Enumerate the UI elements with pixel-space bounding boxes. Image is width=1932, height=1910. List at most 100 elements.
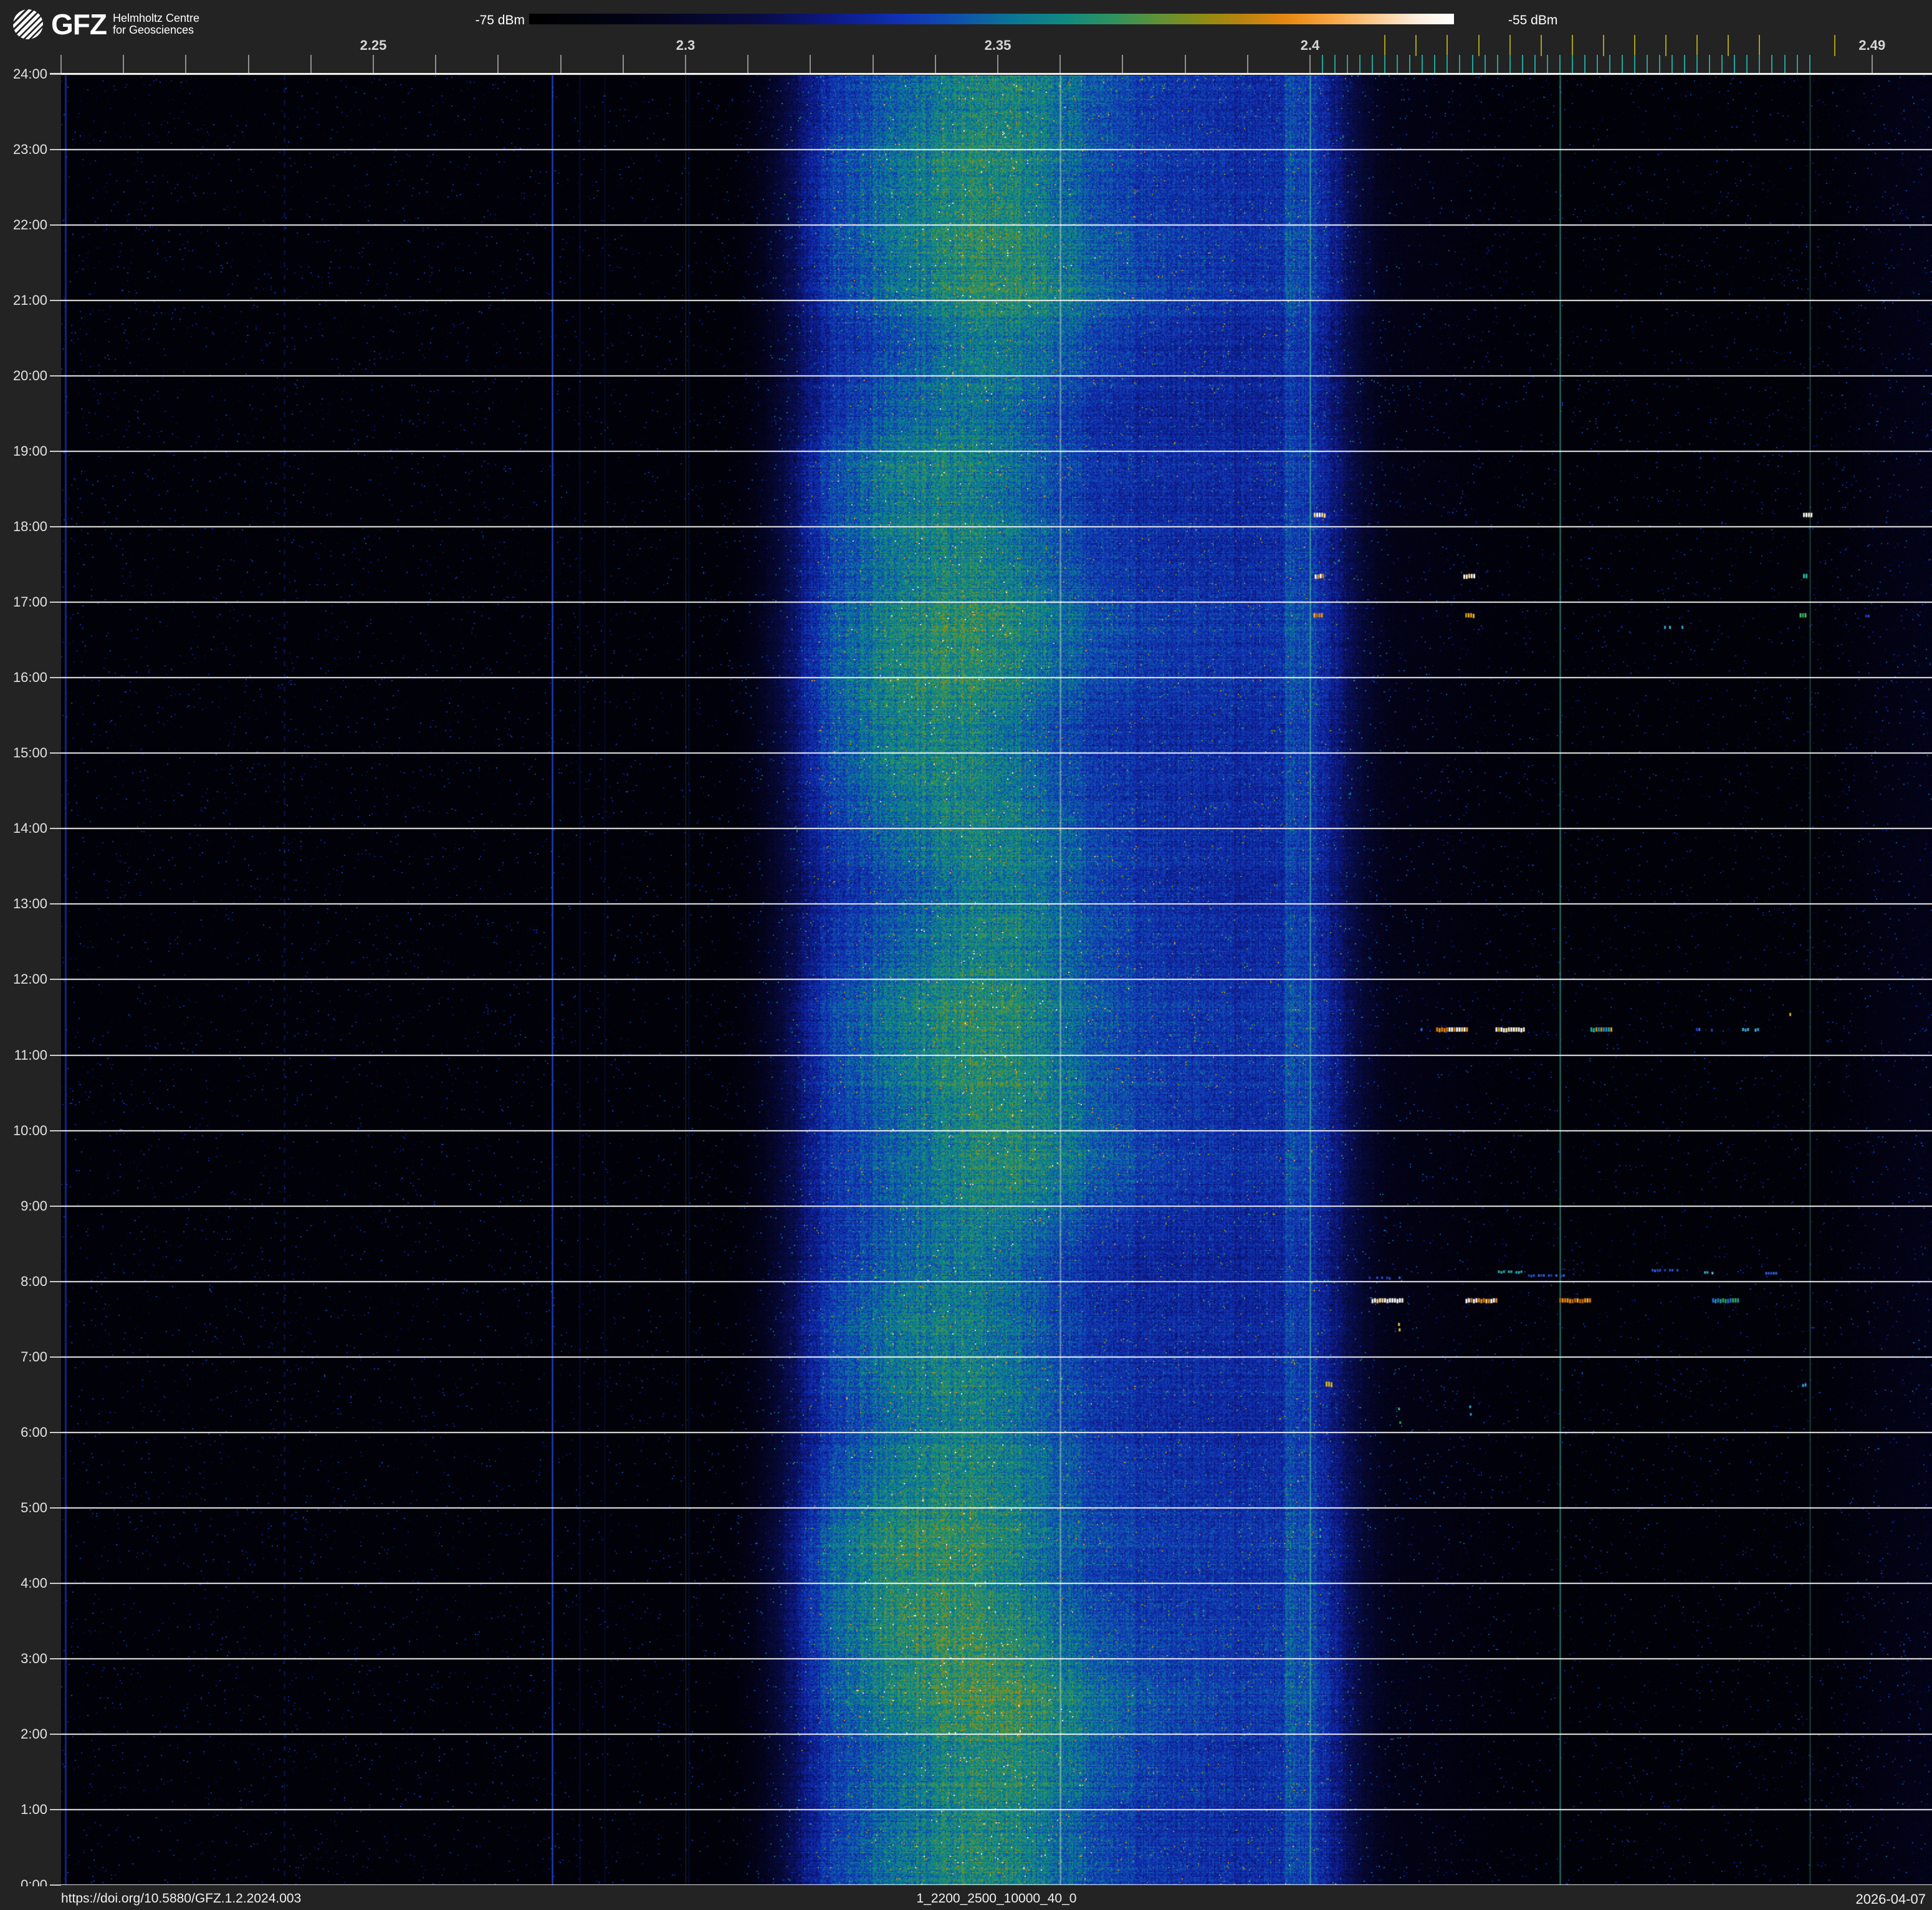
- bluetooth-channel-tick: [1459, 55, 1460, 74]
- bluetooth-channel-tick: [1422, 55, 1423, 74]
- dataset-name: 1_2200_2500_10000_40_0: [61, 1891, 1932, 1906]
- hour-tick: [50, 1432, 61, 1433]
- bluetooth-channel-tick: [1671, 55, 1673, 74]
- bluetooth-channel-tick: [1647, 55, 1648, 74]
- wifi-channel-tick: [1634, 35, 1635, 56]
- freq-minor-tick: [373, 55, 374, 74]
- wifi-channel-tick: [1384, 35, 1385, 56]
- header: GFZ Helmholtz Centre for Geosciences -75…: [0, 0, 1932, 74]
- hour-label: 1:00: [0, 1802, 47, 1818]
- hour-tick: [50, 1734, 61, 1735]
- hour-tick: [50, 979, 61, 980]
- frequency-axis-line: [50, 73, 1932, 75]
- freq-label: 2.25: [360, 37, 387, 54]
- colorbar-max-label: -55 dBm: [1508, 13, 1557, 28]
- wifi-channel-tick: [1759, 35, 1760, 56]
- gfz-globe-icon: [12, 9, 44, 40]
- hour-tick: [50, 1055, 61, 1056]
- hour-label: 19:00: [0, 443, 47, 459]
- hour-tick: [50, 375, 61, 377]
- freq-minor-tick: [435, 55, 436, 74]
- hour-label: 17:00: [0, 594, 47, 610]
- freq-minor-tick: [310, 55, 312, 74]
- wifi-channel-tick: [1728, 35, 1729, 56]
- bluetooth-channel-tick: [1734, 55, 1735, 74]
- hour-label: 22:00: [0, 217, 47, 233]
- wifi-channel-tick: [1572, 35, 1573, 56]
- bluetooth-channel-tick: [1659, 55, 1660, 74]
- wifi-channel-tick: [1665, 35, 1667, 56]
- wifi-channel-tick: [1541, 35, 1542, 56]
- bluetooth-channel-tick: [1622, 55, 1623, 74]
- bluetooth-channel-tick: [1797, 55, 1798, 74]
- bluetooth-channel-tick: [1634, 55, 1635, 74]
- gfz-logo: GFZ Helmholtz Centre for Geosciences: [12, 7, 199, 41]
- bluetooth-channel-tick: [1322, 55, 1323, 74]
- hour-label: 20:00: [0, 368, 47, 384]
- hour-tick: [50, 1658, 61, 1659]
- bluetooth-channel-tick: [1384, 55, 1385, 74]
- bluetooth-channel-tick: [1485, 55, 1486, 74]
- hour-tick: [50, 1356, 61, 1358]
- bluetooth-channel-tick: [1534, 55, 1536, 74]
- bluetooth-channel-tick: [1559, 55, 1561, 74]
- colorbar-gradient: [529, 14, 1454, 24]
- hour-tick: [50, 1809, 61, 1810]
- bluetooth-channel-tick: [1359, 55, 1361, 74]
- freq-minor-tick: [747, 55, 748, 74]
- freq-label: 2.35: [985, 37, 1011, 54]
- bluetooth-channel-tick: [1509, 55, 1511, 74]
- wifi-channel-tick: [1603, 35, 1604, 56]
- hour-tick: [50, 300, 61, 301]
- bluetooth-channel-tick: [1609, 55, 1610, 74]
- hour-tick: [50, 224, 61, 226]
- hour-label: 14:00: [0, 820, 47, 837]
- hour-tick: [50, 451, 61, 452]
- bluetooth-channel-tick: [1347, 55, 1348, 74]
- hour-label: 7:00: [0, 1349, 47, 1365]
- bluetooth-channel-tick: [1434, 55, 1435, 74]
- freq-minor-tick: [185, 55, 186, 74]
- freq-minor-tick: [997, 55, 998, 74]
- hour-tick: [50, 1206, 61, 1207]
- wifi-channel-tick: [1696, 35, 1698, 56]
- logo-acronym: GFZ: [51, 7, 107, 41]
- logo-org-line2: for Geosciences: [113, 24, 199, 36]
- hour-label: 2:00: [0, 1726, 47, 1742]
- hour-label: 4:00: [0, 1575, 47, 1591]
- bluetooth-channel-tick: [1334, 55, 1336, 74]
- hour-label: 18:00: [0, 519, 47, 535]
- bluetooth-channel-tick: [1684, 55, 1685, 74]
- hour-label: 13:00: [0, 896, 47, 912]
- bluetooth-channel-tick: [1809, 55, 1810, 74]
- wifi-channel-tick: [1509, 35, 1511, 56]
- bluetooth-channel-tick: [1497, 55, 1498, 74]
- freq-minor-tick: [560, 55, 562, 74]
- wifi-channel-tick: [1415, 35, 1417, 56]
- bluetooth-channel-tick: [1746, 55, 1748, 74]
- bluetooth-channel-tick: [1696, 55, 1698, 74]
- hour-label: 15:00: [0, 745, 47, 761]
- hour-label: 24:00: [0, 66, 47, 82]
- hour-tick: [50, 1281, 61, 1282]
- freq-minor-tick: [685, 55, 686, 74]
- hour-label: 5:00: [0, 1500, 47, 1516]
- logo-org-line1: Helmholtz Centre: [113, 12, 199, 24]
- bluetooth-channel-tick: [1409, 55, 1410, 74]
- hour-tick: [50, 602, 61, 603]
- freq-minor-tick: [1059, 55, 1061, 74]
- hour-tick: [50, 1583, 61, 1584]
- bluetooth-channel-tick: [1784, 55, 1786, 74]
- freq-label: 2.3: [676, 37, 696, 54]
- spectrogram-canvas: [61, 75, 1932, 1885]
- hour-label: 6:00: [0, 1424, 47, 1441]
- freq-label: 2.4: [1301, 37, 1320, 54]
- bluetooth-channel-tick: [1547, 55, 1548, 74]
- freq-minor-tick: [60, 55, 62, 74]
- bluetooth-channel-tick: [1447, 55, 1448, 74]
- bluetooth-channel-tick: [1709, 55, 1710, 74]
- hour-tick: [50, 828, 61, 829]
- bluetooth-channel-tick: [1597, 55, 1598, 74]
- bluetooth-channel-tick: [1759, 55, 1760, 74]
- hour-label: 3:00: [0, 1651, 47, 1667]
